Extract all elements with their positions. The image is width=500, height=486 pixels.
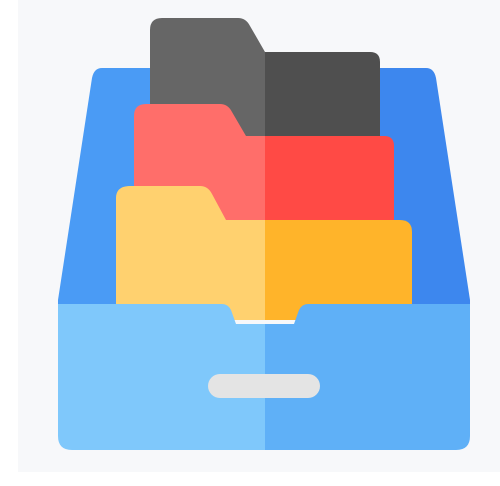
drawer-handle <box>208 374 320 398</box>
canvas <box>0 0 500 486</box>
file-drawer-icon <box>58 18 470 450</box>
